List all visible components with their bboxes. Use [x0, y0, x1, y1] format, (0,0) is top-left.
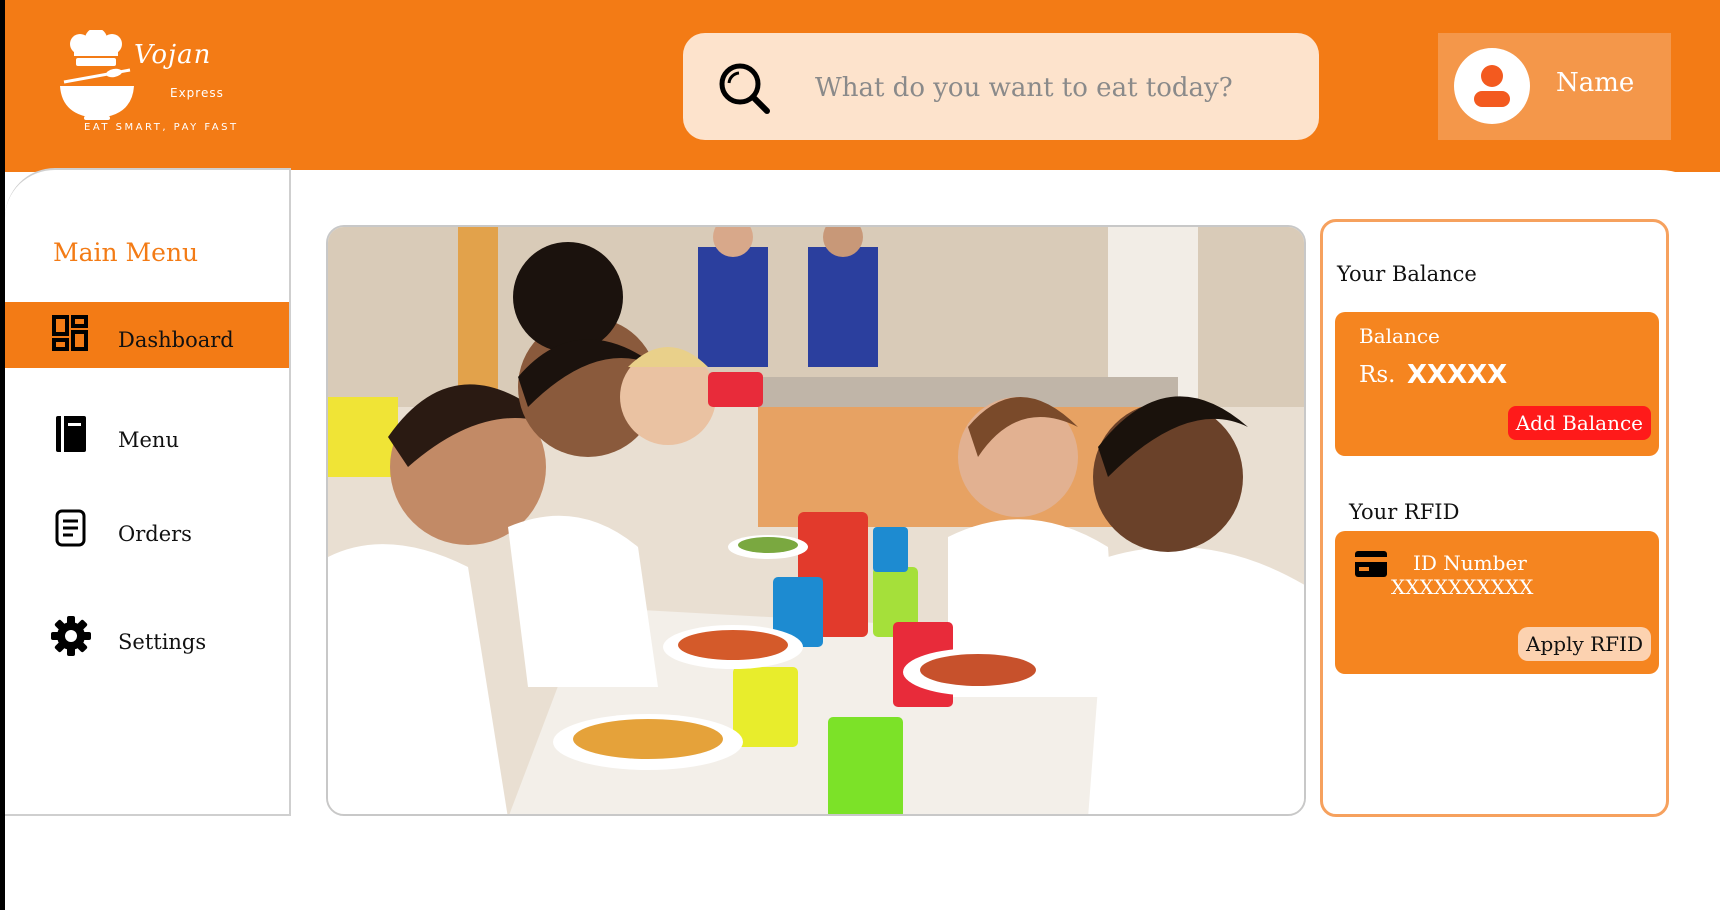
sidebar-item-dashboard[interactable]: Dashboard — [5, 302, 289, 368]
gear-icon — [51, 616, 91, 656]
balance-label: Balance — [1359, 324, 1440, 348]
apply-rfid-button[interactable]: Apply RFID — [1518, 627, 1651, 661]
children-eating-lunch-photo — [328, 227, 1304, 814]
sidebar-item-label: Dashboard — [118, 328, 234, 352]
add-balance-button[interactable]: Add Balance — [1507, 406, 1651, 440]
sidebar-item-orders[interactable]: Orders — [5, 496, 289, 562]
id-number-label: ID Number — [1413, 551, 1527, 575]
sidebar-item-label: Menu — [118, 428, 179, 452]
hero-image — [326, 225, 1306, 816]
sidebar-title: Main Menu — [53, 238, 199, 267]
user-icon — [1474, 65, 1510, 107]
sidebar-item-settings[interactable]: Settings — [5, 604, 289, 670]
brand-tagline: EAT SMART, PAY FAST — [84, 122, 239, 133]
credit-card-icon — [1355, 551, 1387, 577]
sidebar-item-label: Orders — [118, 522, 192, 546]
orders-icon — [55, 509, 86, 547]
search-bar[interactable] — [683, 33, 1319, 140]
brand-name: Vojan — [134, 40, 212, 70]
menu-book-icon — [56, 416, 86, 452]
rfid-section-title: Your RFID — [1349, 500, 1460, 524]
balance-section-title: Your Balance — [1337, 262, 1477, 286]
brand-subname: Express — [170, 86, 224, 100]
chef-bowl-icon — [60, 30, 134, 120]
sidebar-item-menu[interactable]: Menu — [5, 402, 289, 468]
avatar — [1454, 48, 1530, 124]
dashboard-icon — [52, 315, 88, 351]
sidebar-item-label: Settings — [118, 630, 207, 654]
user-profile-button[interactable]: Name — [1438, 33, 1671, 140]
balance-amount: XXXXX — [1407, 360, 1508, 390]
search-icon[interactable] — [717, 61, 773, 117]
rfid-card: ID Number XXXXXXXXXX Apply RFID — [1335, 531, 1659, 674]
balance-card: Balance Rs. XXXXX Add Balance — [1335, 312, 1659, 456]
sidebar: Main Menu Dashboard Menu Orders Settings — [5, 168, 291, 816]
search-input[interactable] — [813, 63, 1297, 113]
id-number-value: XXXXXXXXXX — [1391, 575, 1534, 599]
currency-label: Rs. — [1359, 362, 1396, 388]
wallet-panel: Your Balance Balance Rs. XXXXX Add Balan… — [1320, 219, 1669, 817]
user-name: Name — [1556, 68, 1635, 98]
brand-logo[interactable]: Vojan Express EAT SMART, PAY FAST — [58, 28, 248, 138]
